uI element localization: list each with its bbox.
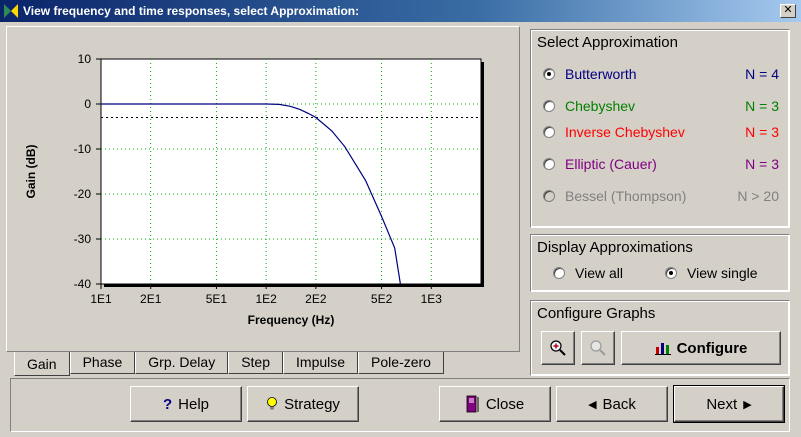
approximation-label: Butterworth [565, 66, 637, 82]
approximation-order: N = 3 [745, 98, 779, 114]
x-tick-label: 2E1 [140, 292, 162, 306]
view-all-radio-button[interactable] [553, 267, 565, 279]
door-icon [466, 395, 479, 413]
gain-chart: 1E1 2E1 5E1 1E2 2E2 5E2 1E3 10 0 -10 -20 -30 -40 Freq… [24, 52, 484, 327]
approximation-label: Chebyshev [565, 98, 636, 114]
y-tick-label: 0 [84, 97, 91, 111]
approximation-option[interactable]: Elliptic (Cauer) N = 3 [543, 156, 779, 172]
configure-button[interactable]: Configure [621, 331, 781, 365]
x-tick-label: 5E2 [371, 292, 393, 306]
approximation-option[interactable]: Inverse Chebyshev N = 3 [543, 124, 779, 140]
approximation-label: Elliptic (Cauer) [565, 156, 657, 172]
y-tick-label: 10 [78, 52, 92, 66]
x-tick-label: 5E1 [206, 292, 228, 306]
configure-label: Configure [676, 339, 748, 357]
title-bar: View frequency and time responses, selec… [0, 0, 801, 22]
app-icon [4, 4, 18, 18]
zoom-out-button[interactable] [581, 331, 615, 365]
x-tick-label: 1E1 [90, 292, 112, 306]
approximation-order: N = 3 [745, 156, 779, 172]
tab-phase[interactable]: Phase [69, 352, 136, 374]
approximation-radio-button[interactable] [543, 68, 555, 80]
configure-graphs-title: Configure Graphs [537, 305, 656, 322]
window-close-button[interactable]: ✕ [780, 4, 796, 18]
select-approximation-title: Select Approximation [537, 34, 678, 51]
y-tick-label: -40 [74, 277, 92, 291]
zoom-in-button[interactable] [541, 331, 575, 365]
approximation-radio-button[interactable] [543, 126, 555, 138]
approximation-radio-button[interactable] [543, 100, 555, 112]
x-tick-label: 1E2 [255, 292, 277, 306]
x-tick-label: 1E3 [421, 292, 443, 306]
window-title: View frequency and time responses, selec… [23, 4, 360, 18]
chevron-right-icon: ▶ [743, 398, 752, 411]
close-button[interactable]: Close [439, 386, 551, 422]
tab-gain[interactable]: Gain [14, 352, 70, 376]
display-approximations-title: Display Approximations [537, 239, 693, 256]
view-single-radio[interactable]: View single [665, 265, 758, 281]
next-label: Next [706, 395, 738, 413]
zoom-in-icon [550, 340, 566, 356]
zoom-out-icon [590, 340, 606, 356]
approximation-order: N = 3 [745, 124, 779, 140]
chart-panel: 1E1 2E1 5E1 1E2 2E2 5E2 1E3 10 0 -10 -20 -30 -40 Freq… [6, 26, 520, 352]
bar-chart-icon [654, 343, 671, 355]
approximation-option[interactable]: Chebyshev N = 3 [543, 98, 779, 114]
strategy-button[interactable]: Strategy [247, 386, 359, 422]
approximation-option[interactable]: Butterworth N = 4 [543, 66, 779, 82]
chevron-left-icon: ◀ [588, 398, 597, 411]
approximation-order: N = 4 [745, 66, 779, 82]
approximation-radio-button[interactable] [543, 158, 555, 170]
next-button[interactable]: Next ▶ [673, 385, 785, 423]
view-all-radio[interactable]: View all [553, 265, 623, 281]
approximation-option: Bessel (Thompson) N > 20 [543, 188, 779, 204]
display-approximations-group: Display Approximations View all View sin… [530, 234, 790, 292]
bottom-button-bar [10, 378, 790, 432]
x-tick-label: 2E2 [305, 292, 327, 306]
question-icon: ? [162, 395, 173, 413]
tab-impulse[interactable]: Impulse [283, 352, 359, 374]
x-axis-label: Frequency (Hz) [248, 313, 335, 327]
approximation-label: Bessel (Thompson) [565, 188, 687, 204]
view-single-label: View single [687, 265, 758, 281]
tab-step[interactable]: Step [228, 352, 284, 374]
help-button[interactable]: ? Help [130, 386, 242, 422]
close-label: Close [485, 395, 525, 413]
back-label: Back [602, 395, 636, 413]
y-tick-label: -30 [74, 232, 92, 246]
strategy-label: Strategy [284, 395, 340, 413]
graph-tabs: Gain Phase Grp. Delay Step Impulse Pole-zero [14, 352, 444, 376]
view-all-label: View all [575, 265, 623, 281]
approximation-label: Inverse Chebyshev [565, 124, 685, 140]
y-tick-label: -20 [74, 187, 92, 201]
configure-graphs-group: Configure Graphs Configure [530, 300, 790, 376]
back-button[interactable]: ◀ Back [556, 386, 668, 422]
view-single-radio-button[interactable] [665, 267, 677, 279]
help-label: Help [178, 395, 210, 413]
plot-area [100, 58, 482, 285]
approximation-radio-button [543, 190, 555, 202]
y-tick-label: -10 [74, 142, 92, 156]
lightbulb-icon [267, 397, 277, 410]
tab-pole-zero[interactable]: Pole-zero [358, 352, 444, 374]
approximation-order: N > 20 [737, 188, 779, 204]
tab-grp-delay[interactable]: Grp. Delay [135, 352, 229, 374]
y-axis-label: Gain (dB) [24, 145, 38, 199]
select-approximation-group: Select Approximation Butterworth N = 4 Che… [530, 29, 790, 228]
